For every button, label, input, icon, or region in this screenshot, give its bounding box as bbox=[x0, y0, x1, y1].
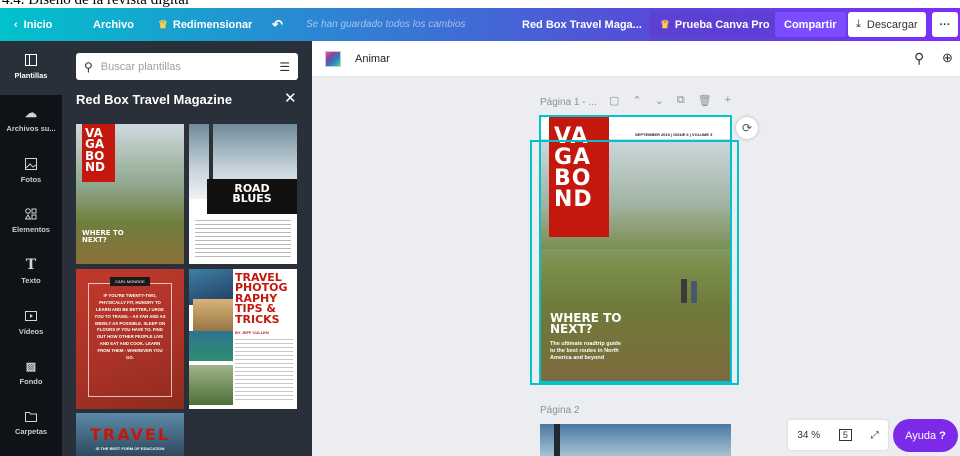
sidebar-item-photos[interactable]: Fotos bbox=[0, 157, 62, 202]
save-status: Se han guardado todos los cambios bbox=[306, 19, 466, 30]
cloud-upload-icon: ☁ bbox=[25, 106, 37, 120]
filter-icon[interactable]: ☰ bbox=[279, 60, 290, 74]
undo-icon[interactable]: ↶ bbox=[272, 8, 283, 41]
duplicate-icon[interactable]: ⧉ bbox=[677, 94, 685, 107]
template-thumbnail-travel[interactable]: TRAVEL IS THE BEST FORM OF EDUCATION bbox=[76, 413, 184, 456]
download-button[interactable]: ⤓ Descargar bbox=[848, 12, 926, 37]
search-icon: ⚲ bbox=[84, 59, 93, 74]
crown-icon: ♛ bbox=[158, 19, 168, 31]
background-icon: ▨ bbox=[25, 360, 37, 373]
layout-icon bbox=[24, 53, 38, 67]
lock-icon[interactable]: ⊕ bbox=[942, 50, 953, 66]
file-menu[interactable]: Archivo bbox=[93, 8, 134, 41]
help-button[interactable]: Ayuda ? bbox=[893, 419, 958, 452]
shapes-icon bbox=[24, 207, 38, 221]
editor-toolbar: Animar ⚲ ⊕ bbox=[312, 41, 960, 77]
refresh-icon[interactable]: ⟳ bbox=[736, 117, 758, 139]
sidebar: Plantillas ☁ Archivos su... Fotos Element… bbox=[0, 41, 62, 456]
fullscreen-icon[interactable]: ⤢ bbox=[871, 430, 879, 441]
search-input[interactable]: ⚲ Buscar plantillas ☰ bbox=[76, 53, 298, 80]
title-block: VA GA BO ND bbox=[82, 124, 115, 182]
video-icon bbox=[24, 309, 38, 323]
page-toolbar: ▢ ⌃ ⌄ ⧉ 🗑 + bbox=[609, 94, 731, 107]
templates-panel: ⚲ Buscar plantillas ☰ Red Box Travel Mag… bbox=[62, 41, 312, 456]
sidebar-item-templates[interactable]: Plantillas bbox=[0, 41, 62, 95]
sidebar-item-folders[interactable]: Carpetas bbox=[0, 409, 62, 454]
more-button[interactable]: ··· bbox=[932, 12, 958, 37]
document-caption: 4.4. Diseño de la revista digital bbox=[0, 0, 960, 8]
sidebar-item-background[interactable]: ▨ Fondo bbox=[0, 359, 62, 404]
zoom-controls: 34 % 5 ⤢ bbox=[788, 420, 888, 450]
download-icon: ⤓ bbox=[856, 18, 861, 30]
crown-icon: ♛ bbox=[660, 19, 670, 31]
color-swatch-icon[interactable] bbox=[325, 51, 341, 67]
page-count-icon[interactable]: 5 bbox=[838, 429, 852, 441]
title-block: ROAD BLUES bbox=[207, 179, 297, 214]
page-1-label: Página 1 - ... bbox=[540, 97, 597, 108]
close-icon[interactable]: ✕ bbox=[284, 89, 297, 107]
page-2[interactable] bbox=[540, 424, 731, 456]
template-thumbnail-photo-tips[interactable]: TRAVEL PHOTOG RAPHY TIPS & TRICKS BY JEF… bbox=[189, 269, 297, 409]
canva-pro-button[interactable]: ♛ Prueba Canva Pro bbox=[650, 12, 780, 37]
chevron-down-icon[interactable]: ⌄ bbox=[655, 94, 664, 107]
resize-button[interactable]: ♛ Redimensionar bbox=[158, 8, 252, 41]
text-icon: T bbox=[25, 257, 37, 273]
trash-icon[interactable]: 🗑 bbox=[698, 94, 712, 107]
top-bar: ‹ Inicio Archivo ♛ Redimensionar ↶ Se han … bbox=[0, 8, 960, 41]
sidebar-item-elements[interactable]: Elementos bbox=[0, 207, 62, 252]
sidebar-item-uploads[interactable]: ☁ Archivos su... bbox=[0, 106, 62, 151]
chevron-up-icon[interactable]: ⌃ bbox=[632, 94, 641, 107]
template-thumbnail-road-blues[interactable]: ROAD BLUES bbox=[189, 124, 297, 264]
document-title[interactable]: Red Box Travel Maga... bbox=[522, 8, 642, 41]
animate-button[interactable]: Animar bbox=[355, 53, 390, 65]
template-thumbnail-quote[interactable]: CARL MONROE IF YOU'RE TWENTY-TWO, PHYSIC… bbox=[76, 269, 184, 409]
folder-icon bbox=[24, 409, 38, 423]
canvas-area: Página 1 - ... ▢ ⌃ ⌄ ⧉ 🗑 + VA GA BO ND S… bbox=[312, 77, 960, 456]
chevron-left-icon: ‹ bbox=[14, 18, 18, 31]
zoom-level[interactable]: 34 % bbox=[797, 430, 820, 441]
selection-box[interactable] bbox=[530, 140, 739, 385]
panel-title: Red Box Travel Magazine bbox=[76, 92, 233, 107]
add-page-icon[interactable]: + bbox=[725, 94, 731, 107]
template-thumbnail-vagabond[interactable]: VA GA BO ND WHERE TO NEXT? bbox=[76, 124, 184, 264]
photo-icon bbox=[24, 157, 38, 171]
paint-roller-icon[interactable]: ⚲ bbox=[914, 50, 924, 67]
share-button[interactable]: Compartir bbox=[775, 12, 846, 37]
note-icon[interactable]: ▢ bbox=[609, 94, 619, 107]
sidebar-item-text[interactable]: T Texto bbox=[0, 257, 62, 303]
home-button[interactable]: ‹ Inicio bbox=[14, 8, 52, 41]
sidebar-item-videos[interactable]: Vídeos bbox=[0, 309, 62, 354]
page-2-label: Página 2 bbox=[540, 405, 580, 416]
